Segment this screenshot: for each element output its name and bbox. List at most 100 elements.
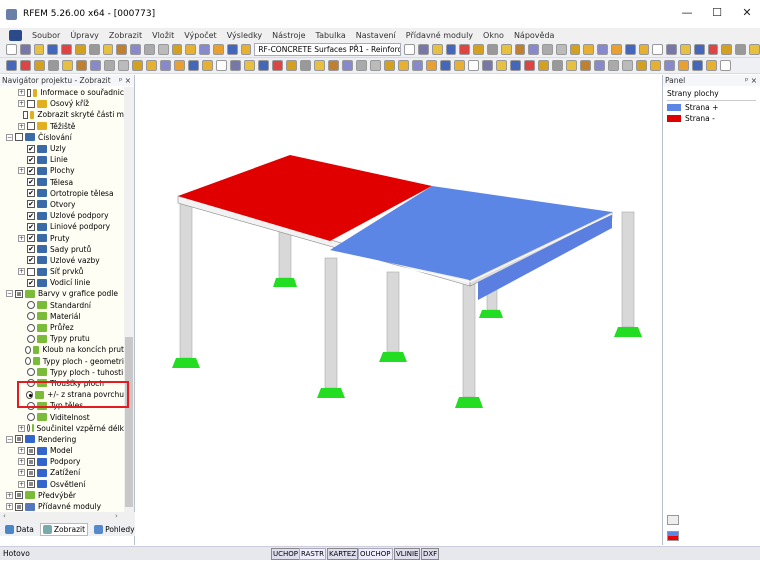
toolbar-button-icon[interactable] <box>510 60 521 71</box>
toolbar-button-icon[interactable] <box>216 60 227 71</box>
toolbar-button-icon[interactable] <box>524 60 535 71</box>
toolbar-button-icon[interactable] <box>431 44 443 55</box>
checkbox[interactable] <box>27 88 32 97</box>
tree-item[interactable]: Viditelnost <box>0 411 124 422</box>
checkbox[interactable] <box>23 110 28 119</box>
menu-item[interactable]: Tabulka <box>316 31 346 40</box>
checkbox[interactable] <box>27 267 35 276</box>
checkbox[interactable] <box>27 99 35 108</box>
menu-item[interactable]: Úpravy <box>70 31 99 40</box>
toolbar-button-icon[interactable] <box>638 44 650 55</box>
tree-item[interactable]: Typy ploch - tuhosti <box>0 367 124 378</box>
menu-item[interactable]: Soubor <box>32 31 60 40</box>
tree-item[interactable]: + Součinitel vzpěrné délk <box>0 423 124 434</box>
toolbar-button-icon[interactable] <box>417 44 429 55</box>
tree-item[interactable]: Typy ploch - geometri <box>0 356 124 367</box>
radio-button[interactable] <box>27 323 35 332</box>
checkbox[interactable] <box>15 435 23 444</box>
toolbar-button-icon[interactable] <box>74 44 86 55</box>
expand-icon[interactable]: + <box>18 447 25 455</box>
checkbox[interactable]: ✔ <box>27 278 35 287</box>
toolbar-button-icon[interactable] <box>6 60 17 71</box>
tree-item[interactable]: + Model <box>0 445 124 456</box>
toolbar-button-icon[interactable] <box>459 44 471 55</box>
toolbar-button-icon[interactable] <box>468 60 479 71</box>
tab-zobrazit[interactable]: Zobrazit <box>39 522 89 536</box>
toolbar-button-icon[interactable] <box>611 44 622 55</box>
document-menu-icon[interactable] <box>9 29 22 41</box>
radio-button[interactable] <box>24 345 31 354</box>
toolbar-button-icon[interactable] <box>244 60 255 71</box>
toolbar-button-icon[interactable] <box>61 44 72 55</box>
toolbar-button-icon[interactable] <box>566 60 577 71</box>
radio-button[interactable] <box>27 424 30 433</box>
tree-item[interactable]: ✔ Uzlové vazby <box>0 255 124 266</box>
toolbar-button-icon[interactable] <box>706 60 717 71</box>
menu-item[interactable]: Nastavení <box>356 31 396 40</box>
toolbar-button-icon[interactable] <box>300 60 311 71</box>
scroll-right-icon[interactable]: › <box>115 512 118 520</box>
expand-icon[interactable]: + <box>18 167 25 175</box>
status-toggle-vlinie[interactable]: VLINIE <box>394 548 421 560</box>
radio-button[interactable] <box>24 357 31 366</box>
toolbar-button-icon[interactable] <box>356 60 367 71</box>
load-case-combo[interactable]: RF-CONCRETE Surfaces PŘ1 - Reinforc <box>254 43 402 56</box>
toolbar-button-icon[interactable] <box>370 60 381 71</box>
toolbar-button-icon[interactable] <box>514 44 526 55</box>
toolbar-button-icon[interactable] <box>482 60 493 71</box>
tree-item[interactable]: Průřez <box>0 322 124 333</box>
tree-item[interactable]: − Rendering <box>0 434 124 445</box>
checkbox[interactable]: ✔ <box>27 166 35 175</box>
minimize-button[interactable]: — <box>672 6 702 22</box>
tree-item[interactable]: ✔ Sady prutů <box>0 244 124 255</box>
toolbar-button-icon[interactable] <box>538 60 549 71</box>
tree-item[interactable]: + Osvětlení <box>0 479 124 490</box>
toolbar-button-icon[interactable] <box>328 60 339 71</box>
toolbar-button-icon[interactable] <box>542 44 553 55</box>
checkbox[interactable]: ✔ <box>27 189 35 198</box>
toolbar-button-icon[interactable] <box>412 60 423 71</box>
checkbox[interactable] <box>27 122 35 131</box>
toolbar-button-icon[interactable] <box>160 60 171 71</box>
tree-item[interactable]: + Zatížení <box>0 467 124 478</box>
expand-icon[interactable]: + <box>18 469 25 477</box>
toolbar-button-icon[interactable] <box>188 60 199 71</box>
tree-item[interactable]: Kloub na koncích prut <box>0 344 124 355</box>
radio-button[interactable] <box>27 368 35 377</box>
toolbar-button-icon[interactable] <box>157 44 169 55</box>
radio-button[interactable] <box>27 301 35 310</box>
status-toggle-uchop[interactable]: UCHOP <box>271 548 301 560</box>
toolbar-button-icon[interactable] <box>486 44 498 55</box>
toolbar-button-icon[interactable] <box>226 44 238 55</box>
toolbar-button-icon[interactable] <box>146 60 157 71</box>
status-toggle-dxf[interactable]: DXF <box>421 548 440 560</box>
toolbar-button-icon[interactable] <box>384 60 395 71</box>
toolbar-button-icon[interactable] <box>199 44 210 55</box>
toolbar-button-icon[interactable] <box>258 60 269 71</box>
tree-item[interactable]: − Číslování <box>0 132 124 143</box>
toolbar-button-icon[interactable] <box>608 60 619 71</box>
toolbar-button-icon[interactable] <box>749 44 760 55</box>
tree-item[interactable]: ✔ Vodicí linie <box>0 277 124 288</box>
toolbar-button-icon[interactable] <box>426 60 437 71</box>
toolbar-button-icon[interactable] <box>528 44 540 55</box>
menu-item[interactable]: Zobrazit <box>109 31 142 40</box>
tree-item[interactable]: ✔ Uzlové podpory <box>0 210 124 221</box>
toolbar-button-icon[interactable] <box>500 44 512 55</box>
radio-button[interactable] <box>27 413 35 422</box>
tree-item[interactable]: ✔ Tělesa <box>0 177 124 188</box>
toolbar-button-icon[interactable] <box>76 60 87 71</box>
scroll-thumb[interactable] <box>125 337 133 507</box>
toolbar-button-icon[interactable] <box>398 60 409 71</box>
panel-settings-icon[interactable] <box>667 515 679 525</box>
tree-item[interactable]: Materiál <box>0 311 124 322</box>
toolbar-button-icon[interactable] <box>104 60 115 71</box>
menu-item[interactable]: Přídavné moduly <box>406 31 473 40</box>
tree-item[interactable]: − Barvy v grafice podle <box>0 288 124 299</box>
toolbar-button-icon[interactable] <box>286 60 297 71</box>
navigator-vertical-scrollbar[interactable] <box>124 87 134 512</box>
toolbar-button-icon[interactable] <box>707 44 719 55</box>
tree-item[interactable]: Typy prutu <box>0 333 124 344</box>
checkbox[interactable] <box>15 491 23 500</box>
toolbar-button-icon[interactable] <box>132 60 143 71</box>
